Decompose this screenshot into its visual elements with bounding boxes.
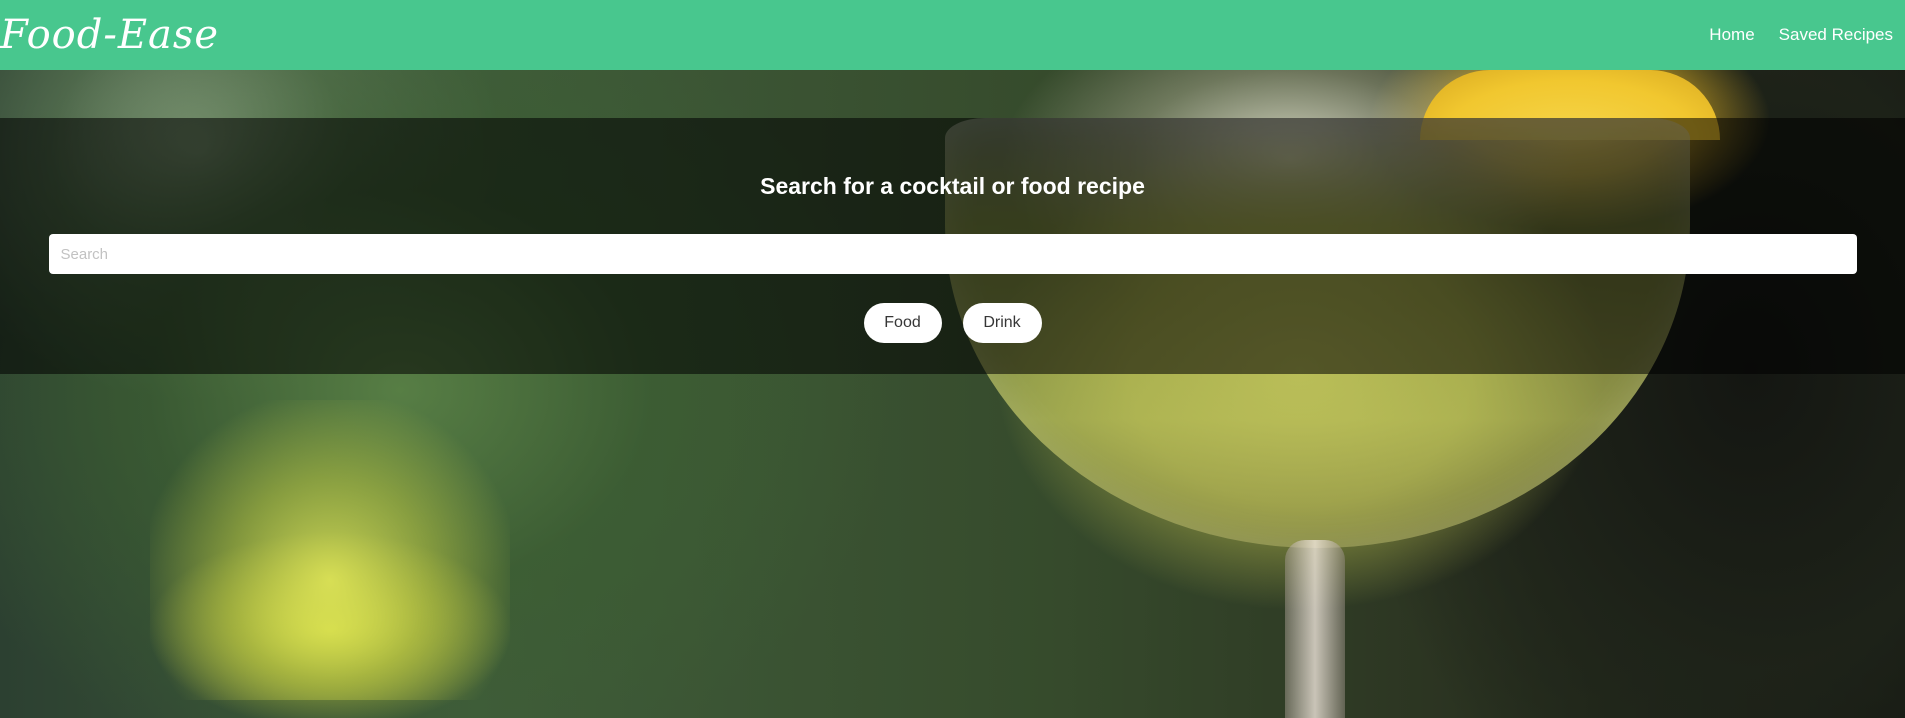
search-type-buttons: Food Drink xyxy=(863,303,1042,344)
search-section: Search for a cocktail or food recipe Foo… xyxy=(0,118,1905,374)
hero-image-flower xyxy=(150,400,510,700)
search-title: Search for a cocktail or food recipe xyxy=(760,173,1145,199)
nav-links: Home Saved Recipes xyxy=(1709,25,1905,45)
nav-link-home[interactable]: Home xyxy=(1709,25,1754,45)
search-input[interactable] xyxy=(48,234,1857,275)
hero-image-glass-stem xyxy=(1285,540,1345,718)
drink-button[interactable]: Drink xyxy=(962,303,1042,344)
navbar: Food-Ease Home Saved Recipes xyxy=(0,0,1905,70)
food-button[interactable]: Food xyxy=(863,303,942,344)
nav-link-saved-recipes[interactable]: Saved Recipes xyxy=(1779,25,1893,45)
brand-logo[interactable]: Food-Ease xyxy=(0,0,219,70)
